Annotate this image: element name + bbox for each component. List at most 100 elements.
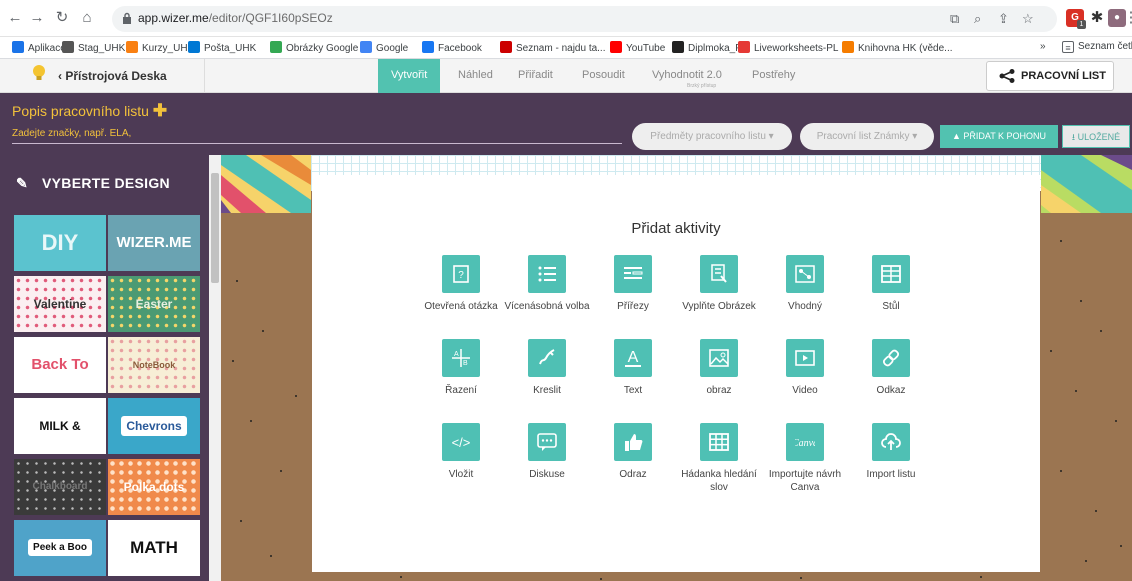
translate-icon[interactable]: ⧉	[950, 11, 959, 27]
tab-vytvo-it[interactable]: Vytvořit	[378, 59, 441, 93]
bookmark-item[interactable]: Stag_UHK	[62, 41, 125, 54]
reading-list[interactable]: ≡Seznam četby	[1062, 41, 1132, 53]
activity-multiple-choice[interactable]: Vícenásobná volba	[502, 255, 592, 313]
bookmark-item[interactable]: Kurzy_UHK	[126, 41, 194, 54]
tab-label: Posoudit	[582, 69, 625, 81]
activity-label: Vložit	[448, 469, 474, 480]
design-tile[interactable]: MILK & COOKIES	[14, 398, 106, 454]
bookmark-item[interactable]: Diplmoka_PL	[672, 41, 747, 54]
activity-label: Vyplňte Obrázek	[682, 301, 756, 312]
paint-brush-icon: ✎	[16, 175, 29, 191]
grades-dropdown[interactable]: Pracovní list Známky ▾	[800, 123, 934, 150]
board-speck	[295, 395, 297, 397]
mail-icon	[188, 41, 200, 53]
activity-sorting[interactable]: A B Řazení	[416, 339, 506, 397]
activity-import[interactable]: Import listu	[846, 423, 936, 481]
moodle-icon	[126, 41, 138, 53]
design-tile[interactable]: Polka dots	[108, 459, 200, 515]
facebook-icon	[422, 41, 434, 53]
nav-divider	[204, 59, 205, 93]
activity-image[interactable]: obraz	[674, 339, 764, 397]
embed-icon: </>	[442, 423, 480, 461]
activity-discussion[interactable]: Diskuse	[502, 423, 592, 481]
bookmark-item[interactable]: YouTube	[610, 41, 665, 54]
extensions-puzzle-icon[interactable]: ✱	[1088, 9, 1106, 27]
design-tile[interactable]: Back To School	[14, 337, 106, 393]
multiple-choice-icon	[528, 255, 566, 293]
bookmark-item[interactable]: Pošta_UHK	[188, 41, 256, 54]
worksheet-description-title[interactable]: Popis pracovního listu ✚	[12, 101, 167, 121]
design-tile[interactable]: MATH	[108, 520, 200, 576]
bookmark-item[interactable]: Liveworksheets-PL	[738, 41, 838, 54]
menu-kebab-icon[interactable]: ⋮	[1122, 9, 1132, 27]
activity-reflection[interactable]: Odraz	[588, 423, 678, 481]
activity-video[interactable]: Video	[760, 339, 850, 397]
worksheet-share-button[interactable]: PRACOVNÍ LIST	[986, 61, 1114, 91]
import-icon	[872, 423, 910, 461]
activity-blanks[interactable]: Přířezy	[588, 255, 678, 313]
design-tile[interactable]: Chalkboard	[14, 459, 106, 515]
tab-posoudit[interactable]: Posoudit	[582, 69, 625, 81]
bookmark-label: Liveworksheets-PL	[754, 43, 839, 54]
bookmarks-more[interactable]: »	[1040, 41, 1046, 52]
design-tile-label: Easter	[135, 297, 173, 311]
design-tile[interactable]: Chevrons	[108, 398, 200, 454]
sidebar-scrollbar[interactable]	[209, 155, 221, 581]
design-tile[interactable]: Peek a Boo	[14, 520, 106, 576]
tags-input[interactable]: Zadejte značky, např. ELA,	[12, 128, 622, 144]
bookmark-item[interactable]: Obrázky Google	[270, 41, 358, 54]
design-tile[interactable]: Valentine	[14, 276, 106, 332]
add-to-drive-button[interactable]: ▲ PŘIDAT K POHONU	[940, 125, 1058, 148]
activity-link[interactable]: Odkaz	[846, 339, 936, 397]
subjects-dropdown[interactable]: Předměty pracovního listu ▾	[632, 123, 792, 150]
stag-icon	[62, 41, 74, 53]
activity-draw[interactable]: Kreslit	[502, 339, 592, 397]
design-tile[interactable]: DIY	[14, 215, 106, 271]
zoom-icon[interactable]: ⌕	[974, 11, 981, 27]
tab-p-i-adit[interactable]: Přiřadit	[518, 69, 553, 81]
bookmark-star-icon[interactable]: ☆	[1022, 11, 1034, 27]
share-page-icon[interactable]: ⇪	[998, 11, 1009, 27]
activity-word-search[interactable]: Hádanka hledání slov	[674, 423, 764, 494]
saved-button[interactable]: ⭳ ULOŽENÉ	[1062, 125, 1130, 148]
bookmark-item[interactable]: Facebook	[422, 41, 482, 54]
activity-fill-image[interactable]: Vyplňte Obrázek	[674, 255, 764, 313]
sorting-icon: AB	[442, 339, 480, 377]
tab-n-hled[interactable]: Náhled	[458, 69, 493, 81]
activity-open-question[interactable]: ? Otevřená otázka	[416, 255, 506, 313]
board-speck	[1085, 560, 1087, 562]
activity-embed[interactable]: </> Vložit	[416, 423, 506, 481]
bookmark-item[interactable]: Knihovna HK (věde...	[842, 41, 953, 54]
tab-post-ehy[interactable]: Postřehy	[752, 69, 795, 81]
bookmark-item[interactable]: Seznam - najdu ta...	[500, 41, 606, 54]
table-icon-glyph	[881, 265, 901, 283]
forward-arrow-icon[interactable]: →	[28, 9, 46, 27]
google-icon	[270, 41, 282, 53]
dashboard-back-link[interactable]: ‹ Přístrojová Deska	[58, 69, 167, 83]
design-tile[interactable]: WIZER.ME	[108, 215, 200, 271]
activity-matching[interactable]: Vhodný	[760, 255, 850, 313]
bookmark-item[interactable]: Aplikace	[12, 41, 66, 54]
drive-icon: ▲	[951, 131, 961, 141]
address-bar[interactable]: app.wizer.me/editor/QGF1I60pSEOz ⧉ ⌕ ⇪ ☆	[112, 6, 1057, 32]
back-arrow-icon[interactable]: ←	[6, 9, 24, 27]
design-tile-label: DIY	[41, 230, 79, 255]
multiple-choice-icon-glyph	[538, 266, 556, 282]
board-speck	[1075, 390, 1077, 392]
scrollbar-thumb[interactable]	[211, 173, 219, 283]
reload-icon[interactable]: ↻	[53, 9, 71, 27]
design-tile[interactable]: NoteBook	[108, 337, 200, 393]
bookmark-item[interactable]: Google	[360, 41, 408, 54]
activity-text[interactable]: A Text	[588, 339, 678, 397]
activity-canva[interactable]: Canva Importujte návrh Canva	[760, 423, 850, 494]
board-speck	[1100, 330, 1102, 332]
home-icon[interactable]: ⌂	[78, 9, 96, 27]
design-tile[interactable]: Easter	[108, 276, 200, 332]
board-speck	[232, 360, 234, 362]
activity-table[interactable]: Stůl	[846, 255, 936, 313]
draw-icon	[528, 339, 566, 377]
board-speck	[236, 280, 238, 282]
board-speck	[1115, 420, 1117, 422]
apps-icon	[12, 41, 24, 53]
tab-vyhodnotit-2-0[interactable]: Vyhodnotit 2.0 Brzký přístup	[652, 69, 722, 89]
